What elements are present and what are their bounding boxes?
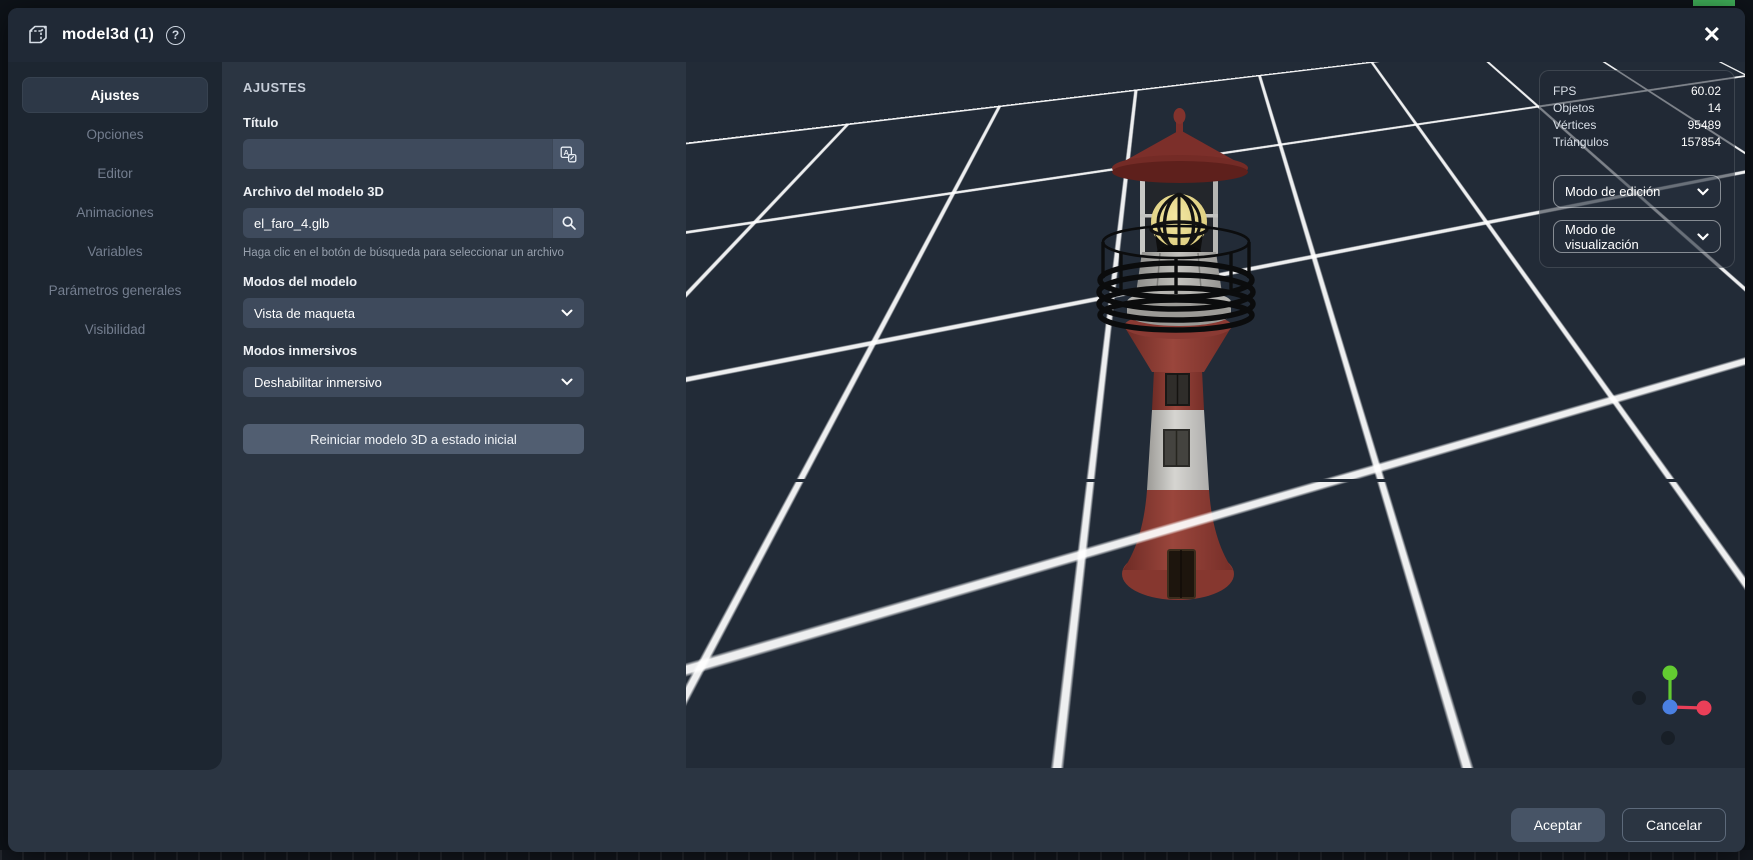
visualization-mode-value: Modo de visualización	[1565, 221, 1639, 252]
translate-icon: A	[560, 146, 577, 162]
cancel-button[interactable]: Cancelar	[1621, 808, 1726, 842]
gizmo-z-axis	[1662, 699, 1678, 715]
chevron-down-icon	[561, 378, 573, 386]
modos-inmersivos-label: Modos inmersivos	[243, 343, 358, 358]
close-icon[interactable]: ✕	[1697, 22, 1727, 48]
archivo-label: Archivo del modelo 3D	[243, 184, 384, 199]
chevron-down-icon	[1697, 187, 1709, 196]
titulo-label: Título	[243, 115, 279, 130]
search-icon	[561, 216, 576, 230]
titulo-input[interactable]	[243, 139, 552, 169]
section-heading: AJUSTES	[243, 80, 307, 95]
archivo-input-row	[243, 208, 584, 238]
reset-model-button[interactable]: Reiniciar modelo 3D a estado inicial	[243, 424, 584, 454]
modos-inmersivos-value: Deshabilitar inmersivo	[254, 374, 382, 390]
help-icon[interactable]: ?	[166, 25, 185, 45]
modos-modelo-label: Modos del modelo	[243, 274, 358, 289]
stat-label: Vértices	[1553, 118, 1597, 132]
stat-label: Triángulos	[1553, 135, 1609, 149]
axis-gizmo[interactable]	[1624, 658, 1716, 750]
visualization-mode-select[interactable]: Modo de visualización	[1553, 220, 1721, 253]
cube-3d-icon	[29, 25, 47, 44]
sidebar-item-ajustes[interactable]: Ajustes	[22, 77, 208, 113]
chevron-down-icon	[1697, 232, 1709, 241]
page-backdrop-accent	[1693, 0, 1735, 6]
stat-objetos: Objetos 14	[1553, 100, 1721, 117]
stat-value: 14	[1707, 101, 1721, 115]
stat-vertices: Vértices 95489	[1553, 117, 1721, 134]
sidebar-item-parametros[interactable]: Parámetros generales	[22, 272, 208, 308]
sidebar-item-visibilidad[interactable]: Visibilidad	[22, 311, 208, 347]
gizmo-y-axis	[1662, 665, 1678, 681]
titulo-input-row: A	[243, 139, 584, 169]
stat-value: 157854	[1680, 135, 1721, 149]
model3d-dialog: model3d (1) ? ✕ Ajustes Opciones Editor …	[8, 8, 1745, 852]
dialog-titlebar: model3d (1) ? ✕	[8, 8, 1745, 62]
sidebar-item-animaciones[interactable]: Animaciones	[22, 194, 208, 230]
stat-value: 95489	[1687, 118, 1721, 132]
ajustes-form: AJUSTES Título A Archivo del modelo 3D e…	[222, 62, 622, 852]
archivo-help-text: Haga clic en el botón de búsqueda para s…	[243, 247, 564, 259]
chevron-down-icon	[561, 309, 573, 317]
modos-inmersivos-select[interactable]: Deshabilitar inmersivo	[243, 367, 584, 397]
dialog-title: model3d (1)	[62, 26, 154, 43]
translate-button[interactable]: A	[552, 139, 584, 169]
sidebar-item-variables[interactable]: Variables	[22, 233, 208, 269]
stat-label: FPS	[1553, 84, 1577, 98]
modos-modelo-value: Vista de maqueta	[254, 305, 355, 321]
gizmo-x-axis	[1696, 700, 1712, 716]
dialog-footer: Aceptar Cancelar	[1510, 808, 1726, 842]
search-file-button[interactable]	[552, 208, 584, 238]
stat-fps: FPS 60.02	[1553, 83, 1721, 100]
sidebar-item-opciones[interactable]: Opciones	[22, 116, 208, 152]
archivo-input[interactable]	[243, 208, 552, 238]
sidebar-item-editor[interactable]: Editor	[22, 155, 208, 191]
edit-mode-value: Modo de edición	[1565, 184, 1661, 199]
modos-modelo-select[interactable]: Vista de maqueta	[243, 298, 584, 328]
stat-value: 60.02	[1690, 84, 1721, 98]
viewport-hud: FPS 60.02 Objetos 14 Vértices 95489 Triá…	[1539, 70, 1735, 268]
stat-triangulos: Triángulos 157854	[1553, 134, 1721, 151]
settings-sidebar: Ajustes Opciones Editor Animaciones Vari…	[8, 62, 222, 770]
viewport-3d[interactable]: FPS 60.02 Objetos 14 Vértices 95489 Triá…	[686, 62, 1745, 768]
edit-mode-select[interactable]: Modo de edición	[1553, 175, 1721, 208]
accept-button[interactable]: Aceptar	[1510, 808, 1605, 842]
stat-label: Objetos	[1553, 101, 1595, 115]
